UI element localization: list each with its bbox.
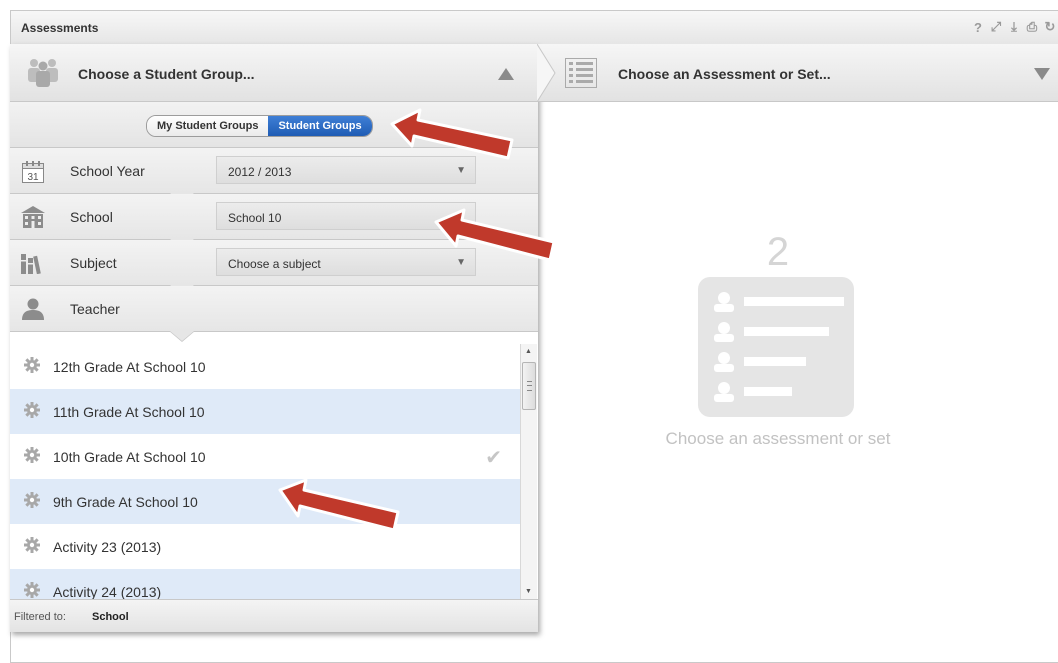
filtered-label: Filtered to: xyxy=(14,611,66,623)
group-name: 11th Grade At School 10 xyxy=(53,404,205,420)
scroll-down-icon[interactable]: ▼ xyxy=(525,588,532,595)
toolbar-tools: ? ⤢ ⤓ ⎙ ↻ xyxy=(971,19,1057,35)
student-group-list: 12th Grade At School 10 11th Grade At Sch… xyxy=(10,344,538,599)
calendar-icon: 31 xyxy=(21,160,45,189)
group-name: Activity 24 (2013) xyxy=(53,584,162,599)
person-icon xyxy=(21,298,45,325)
gear-icon[interactable] xyxy=(24,402,40,423)
step2-label: Choose an Assessment or Set... xyxy=(618,66,831,82)
gear-icon[interactable] xyxy=(24,357,40,378)
filter-label: Teacher xyxy=(70,301,120,317)
list-item[interactable]: 12th Grade At School 10 xyxy=(10,344,520,389)
help-icon[interactable]: ? xyxy=(971,19,985,35)
gear-icon[interactable] xyxy=(24,492,40,513)
scroll-up-icon[interactable]: ▲ xyxy=(525,348,532,355)
filter-label: School Year xyxy=(70,163,145,179)
books-icon xyxy=(21,252,45,279)
placeholder-message: Choose an assessment or set xyxy=(665,429,891,448)
list-icon xyxy=(565,58,597,93)
check-icon: ✔ xyxy=(485,447,502,469)
svg-text:31: 31 xyxy=(27,172,39,183)
step-number: 2 xyxy=(766,230,790,274)
roster-card-icon xyxy=(698,277,854,422)
list-scrollbar[interactable]: ▲ ▼ xyxy=(520,344,537,599)
print-icon[interactable]: ⎙ xyxy=(1025,19,1039,35)
expand-icon[interactable]: ⤢ xyxy=(989,19,1003,35)
download-icon[interactable]: ⤓ xyxy=(1007,19,1021,35)
annotation-arrow-icon xyxy=(278,478,400,532)
group-name: 10th Grade At School 10 xyxy=(53,449,206,465)
list-item[interactable]: 9th Grade At School 10 xyxy=(10,479,520,524)
list-item[interactable]: Activity 23 (2013) xyxy=(10,524,520,569)
gear-icon[interactable] xyxy=(24,582,40,599)
list-item[interactable]: 11th Grade At School 10 xyxy=(10,389,520,434)
annotation-arrow-icon xyxy=(434,208,556,262)
step1-header[interactable]: Choose a Student Group... xyxy=(10,44,538,102)
filter-value: Choose a subject xyxy=(228,257,321,271)
triangle-up-icon[interactable] xyxy=(498,67,514,85)
annotation-arrow-icon xyxy=(390,108,514,160)
list-item[interactable]: 10th Grade At School 10 ✔ xyxy=(10,434,520,479)
filter-value: 2012 / 2013 xyxy=(228,165,292,179)
filter-label: Subject xyxy=(70,255,117,271)
app-title: Assessments xyxy=(21,21,99,35)
triangle-down-icon[interactable] xyxy=(1034,67,1050,85)
my-student-groups-tab[interactable]: My Student Groups xyxy=(147,116,269,136)
group-name: 9th Grade At School 10 xyxy=(53,494,198,510)
step1-label: Choose a Student Group... xyxy=(78,66,255,82)
refresh-icon[interactable]: ↻ xyxy=(1043,19,1057,35)
assessment-placeholder: 2 Choose an assessment or set xyxy=(538,92,1058,512)
people-icon xyxy=(22,55,64,94)
filter-value: School 10 xyxy=(228,211,282,225)
group-type-toggle: My Student Groups Student Groups xyxy=(146,115,373,137)
dropdown-arrow-icon: ▼ xyxy=(456,165,466,176)
group-name: Activity 23 (2013) xyxy=(53,539,162,555)
scrollbar-thumb[interactable] xyxy=(522,362,536,410)
filtered-value: School xyxy=(92,611,129,623)
school-icon xyxy=(21,206,45,233)
filter-label: School xyxy=(70,209,113,225)
gear-icon[interactable] xyxy=(24,537,40,558)
group-name: 12th Grade At School 10 xyxy=(53,359,206,375)
filter-summary: Filtered to: School xyxy=(10,599,538,632)
student-groups-tab[interactable]: Student Groups xyxy=(268,116,372,136)
filter-row-teacher: Teacher xyxy=(10,286,538,342)
list-item[interactable]: Activity 24 (2013) xyxy=(10,569,520,599)
gear-icon[interactable] xyxy=(24,447,40,468)
title-bar: Assessments ? ⤢ ⤓ ⎙ ↻ xyxy=(11,11,1058,45)
